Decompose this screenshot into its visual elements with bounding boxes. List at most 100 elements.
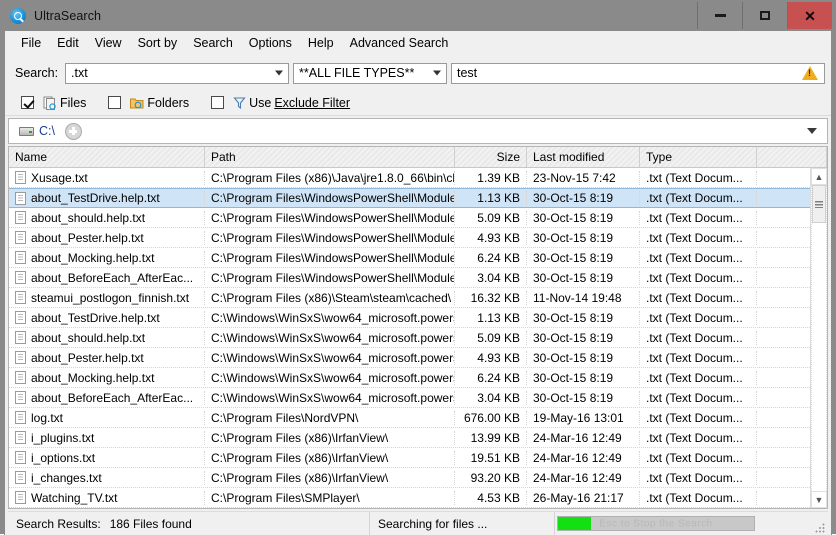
table-row[interactable]: Xusage.txt C:\Program Files (x86)\Java\jr… xyxy=(9,168,810,188)
funnel-icon xyxy=(233,97,246,109)
menu-item-edit[interactable]: Edit xyxy=(49,33,87,53)
cell-path: C:\Program Files\WindowsPowerShell\Modul… xyxy=(205,250,455,265)
cell-last-modified: 19-May-16 13:01 xyxy=(527,410,640,425)
file-name: about_Pester.help.txt xyxy=(31,350,144,365)
folders-checkbox[interactable] xyxy=(108,96,122,109)
cell-size: 5.09 KB xyxy=(455,330,527,345)
table-row[interactable]: about_should.help.txt C:\Windows\WinSxS\w… xyxy=(9,328,810,348)
document-icon xyxy=(15,311,26,324)
document-icon xyxy=(15,391,26,404)
cell-name: about_should.help.txt xyxy=(9,210,205,225)
menu-item-advanced-search[interactable]: Advanced Search xyxy=(342,33,457,53)
file-name: about_should.help.txt xyxy=(31,330,146,345)
cell-last-modified: 30-Oct-15 8:19 xyxy=(527,310,640,325)
cell-path: C:\Program Files (x86)\IrfanView\ xyxy=(205,450,455,465)
cell-path: C:\Program Files\WindowsPowerShell\Modul… xyxy=(205,230,455,245)
maximize-button[interactable] xyxy=(742,2,787,29)
warning-triangle-icon xyxy=(802,66,818,80)
files-checkbox[interactable] xyxy=(21,96,34,109)
cell-type: .txt (Text Docum... xyxy=(640,490,757,505)
cell-last-modified: 30-Oct-15 8:19 xyxy=(527,250,640,265)
document-icon xyxy=(15,411,26,424)
file-type-combo[interactable]: **ALL FILE TYPES** xyxy=(293,62,447,84)
table-row[interactable]: about_Mocking.help.txt C:\Windows\WinSxS\… xyxy=(9,368,810,388)
file-name: log.txt xyxy=(31,410,64,425)
document-icon xyxy=(15,231,26,244)
column-header-last-modified[interactable]: Last modified xyxy=(527,147,640,167)
cell-type: .txt (Text Docum... xyxy=(640,390,757,405)
chevron-down-icon[interactable] xyxy=(807,128,817,134)
search-term-combo[interactable]: .txt xyxy=(65,62,289,84)
column-header-size[interactable]: Size xyxy=(455,147,527,167)
cell-type: .txt (Text Docum... xyxy=(640,430,757,445)
client-area: File Edit View Sort by Search Options He… xyxy=(4,31,832,535)
scroll-track[interactable] xyxy=(811,185,827,491)
minimize-button[interactable] xyxy=(697,2,742,29)
table-row[interactable]: i_changes.txt C:\Program Files (x86)\Irfa… xyxy=(9,468,810,488)
cell-path: C:\Program Files (x86)\IrfanView\ xyxy=(205,430,455,445)
cell-path: C:\Program Files (x86)\Steam\steam\cache… xyxy=(205,290,455,305)
scroll-down-button[interactable]: ▼ xyxy=(811,491,827,508)
cell-size: 93.20 KB xyxy=(455,470,527,485)
cell-last-modified: 30-Oct-15 8:19 xyxy=(527,370,640,385)
table-row[interactable]: about_Pester.help.txt C:\Program Files\Wi… xyxy=(9,228,810,248)
column-header-type[interactable]: Type xyxy=(640,147,757,167)
column-header-path[interactable]: Path xyxy=(205,147,455,167)
file-name: Xusage.txt xyxy=(31,170,88,185)
document-icon xyxy=(15,191,26,205)
cell-name: about_TestDrive.help.txt xyxy=(9,191,205,205)
file-name: i_options.txt xyxy=(31,450,96,465)
menu-item-file[interactable]: File xyxy=(13,33,49,53)
table-row[interactable]: steamui_postlogon_finnish.txt C:\Program … xyxy=(9,288,810,308)
table-row[interactable]: about_Pester.help.txt C:\Windows\WinSxS\w… xyxy=(9,348,810,368)
exclude-filter-link[interactable]: Exclude Filter xyxy=(274,96,350,110)
use-filter-checkbox[interactable] xyxy=(211,96,225,109)
search-path-input[interactable]: test xyxy=(451,62,825,84)
cell-last-modified: 23-Nov-15 7:42 xyxy=(527,170,640,185)
file-name: Watching_TV.txt xyxy=(31,490,118,505)
menu-item-sort-by[interactable]: Sort by xyxy=(130,33,186,53)
table-row[interactable]: about_TestDrive.help.txt C:\Windows\WinSx… xyxy=(9,308,810,328)
cell-size: 4.93 KB xyxy=(455,230,527,245)
cell-name: Xusage.txt xyxy=(9,170,205,185)
cell-last-modified: 30-Oct-15 8:19 xyxy=(527,270,640,285)
menu-item-options[interactable]: Options xyxy=(241,33,300,53)
menu-item-help[interactable]: Help xyxy=(300,33,342,53)
vertical-scrollbar[interactable]: ▲ ▼ xyxy=(810,168,827,508)
table-row[interactable]: about_BeforeEach_AfterEac... C:\Windows\W… xyxy=(9,388,810,408)
close-button[interactable]: ✕ xyxy=(787,2,832,29)
table-row[interactable]: about_should.help.txt C:\Program Files\Wi… xyxy=(9,208,810,228)
cell-size: 19.51 KB xyxy=(455,450,527,465)
cell-type: .txt (Text Docum... xyxy=(640,230,757,245)
column-header-name[interactable]: Name xyxy=(9,147,205,167)
table-row[interactable]: about_TestDrive.help.txt C:\Program Files… xyxy=(9,188,810,208)
cell-last-modified: 30-Oct-15 8:19 xyxy=(527,350,640,365)
table-row[interactable]: Watching_TV.txt C:\Program Files\SMPlayer… xyxy=(9,488,810,508)
ultrasearch-window: UltraSearch ✕ File Edit View Sort by Sea… xyxy=(0,0,836,535)
resize-grip-icon[interactable] xyxy=(815,522,826,533)
document-icon xyxy=(15,471,26,484)
menu-item-view[interactable]: View xyxy=(87,33,130,53)
cell-size: 4.53 KB xyxy=(455,490,527,505)
menu-item-search[interactable]: Search xyxy=(185,33,241,53)
table-row[interactable]: i_plugins.txt C:\Program Files (x86)\Irfa… xyxy=(9,428,810,448)
scroll-up-button[interactable]: ▲ xyxy=(811,168,827,185)
scroll-thumb[interactable] xyxy=(812,185,826,223)
cell-type: .txt (Text Docum... xyxy=(640,250,757,265)
document-icon xyxy=(15,371,26,384)
document-icon xyxy=(15,171,26,184)
cell-path: C:\Program Files (x86)\IrfanView\ xyxy=(205,470,455,485)
document-icon xyxy=(15,351,26,364)
column-header-spacer xyxy=(757,147,827,167)
cell-path: C:\Windows\WinSxS\wow64_microsoft.powers… xyxy=(205,390,455,405)
table-row[interactable]: about_BeforeEach_AfterEac... C:\Program F… xyxy=(9,268,810,288)
cell-name: about_BeforeEach_AfterEac... xyxy=(9,390,205,405)
cell-type: .txt (Text Docum... xyxy=(640,310,757,325)
add-drive-button[interactable] xyxy=(64,122,82,140)
cell-path: C:\Program Files\WindowsPowerShell\Modul… xyxy=(205,210,455,225)
table-row[interactable]: about_Mocking.help.txt C:\Program Files\W… xyxy=(9,248,810,268)
table-row[interactable]: i_options.txt C:\Program Files (x86)\Irfa… xyxy=(9,448,810,468)
activity-text: Searching for files ... xyxy=(378,516,488,531)
drive-name[interactable]: C:\ xyxy=(39,124,55,138)
table-row[interactable]: log.txt C:\Program Files\NordVPN\ 676.00 K… xyxy=(9,408,810,428)
